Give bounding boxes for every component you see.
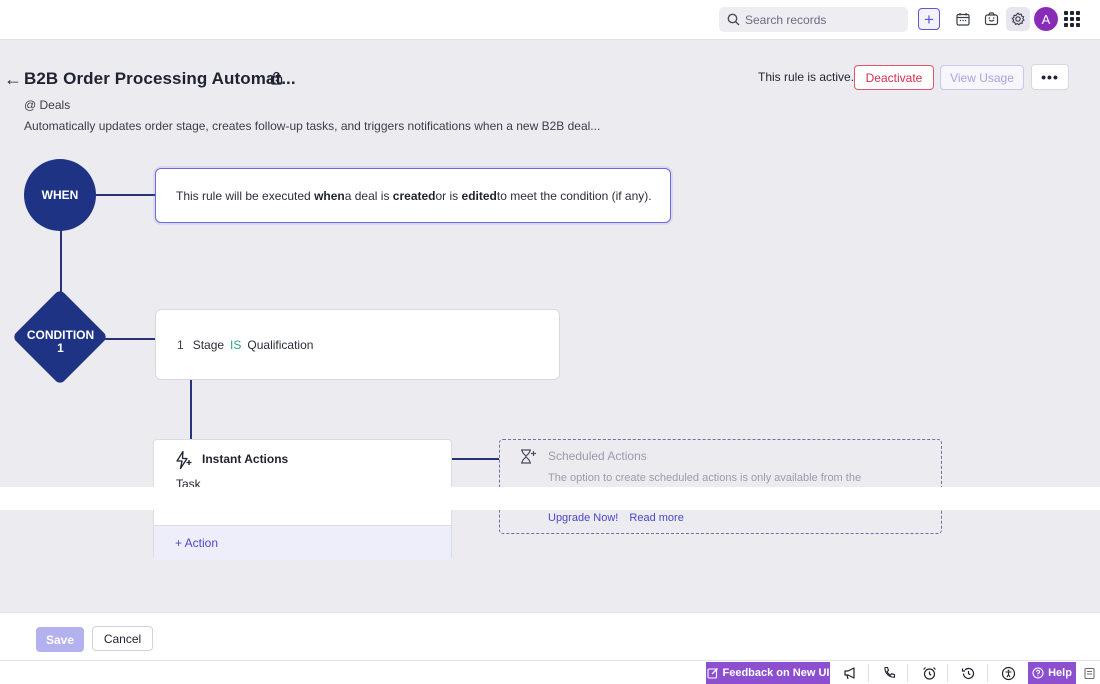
condition-value: Qualification: [247, 337, 314, 352]
scheduled-actions-title: Scheduled Actions: [548, 449, 647, 463]
help-button[interactable]: Help: [1028, 662, 1076, 684]
canvas-divider-band: [0, 487, 1100, 510]
search-input[interactable]: Search records: [719, 7, 908, 32]
divider: [907, 664, 908, 682]
feedback-button[interactable]: Feedback on New UI: [706, 662, 830, 684]
condition-box[interactable]: 1 Stage IS Qualification: [155, 309, 560, 380]
when-text-part: to meet the condition (if any).: [496, 188, 652, 203]
hourglass-icon: [519, 448, 537, 471]
condition-operator: IS: [230, 337, 242, 352]
phone-button[interactable]: [880, 664, 898, 682]
announcements-button[interactable]: [841, 664, 859, 682]
search-icon: [727, 13, 740, 26]
bot-button[interactable]: [980, 8, 1002, 30]
when-text-part: a deal is: [344, 188, 390, 203]
rule-status-text: This rule is active.: [758, 70, 855, 84]
page-title: B2B Order Processing Automat...: [24, 69, 296, 88]
cancel-button[interactable]: Cancel: [92, 626, 153, 651]
accessibility-button[interactable]: [999, 664, 1017, 682]
unlock-icon[interactable]: [270, 71, 283, 90]
help-label: Help: [1048, 667, 1072, 679]
view-usage-button[interactable]: View Usage: [940, 65, 1024, 90]
calendar-icon: [956, 13, 970, 26]
more-options-button[interactable]: •••: [1031, 64, 1069, 90]
plus-icon: +: [924, 9, 934, 29]
divider: [987, 664, 988, 682]
when-text-part: This rule will be executed: [176, 188, 311, 203]
phone-icon: [884, 666, 896, 678]
gear-icon: [1011, 12, 1025, 26]
status-bar: Feedback on New UI Help: [0, 660, 1100, 684]
recent-items-button[interactable]: [959, 664, 977, 682]
when-text-bold: created: [392, 188, 436, 203]
connector-line: [100, 338, 156, 340]
help-icon: [1032, 667, 1044, 679]
add-action-button[interactable]: + Action: [154, 525, 451, 560]
when-text-bold: edited: [461, 188, 497, 203]
connector-line: [190, 380, 192, 440]
instant-actions-title: Instant Actions: [202, 452, 289, 466]
rule-description: Automatically updates order stage, creat…: [24, 119, 601, 133]
scheduled-actions-text: The option to create scheduled actions i…: [548, 472, 862, 484]
top-bar: Search records + A: [0, 0, 1100, 40]
create-button[interactable]: +: [918, 8, 940, 30]
when-text-bold: when: [314, 188, 345, 203]
avatar-initial: A: [1041, 11, 1051, 27]
connector-line: [452, 458, 500, 460]
when-node: WHEN: [24, 159, 96, 231]
calendar-button[interactable]: [952, 8, 974, 30]
bot-icon: [984, 12, 998, 26]
condition-label: CONDITION 1: [13, 329, 108, 355]
when-text-part: or is: [435, 188, 459, 203]
notes-button[interactable]: [1080, 664, 1098, 682]
alarm-clock-icon: [922, 666, 936, 680]
condition-label-number: 1: [57, 341, 64, 355]
edit-icon: [706, 668, 718, 679]
lightning-icon: [174, 450, 194, 475]
notes-icon: [1083, 667, 1095, 679]
apps-grid-icon[interactable]: [1064, 11, 1080, 27]
settings-button[interactable]: [1006, 7, 1030, 31]
search-placeholder: Search records: [745, 12, 827, 27]
divider: [947, 664, 948, 682]
condition-field: Stage: [192, 337, 225, 352]
action-footer: Save Cancel: [0, 612, 1100, 660]
when-trigger-box[interactable]: This rule will be executed when a deal i…: [155, 168, 671, 223]
user-avatar[interactable]: A: [1034, 7, 1058, 31]
condition-index: 1: [177, 337, 184, 352]
accessibility-icon: [1001, 666, 1015, 680]
deactivate-button[interactable]: Deactivate: [854, 65, 934, 90]
megaphone-icon: [843, 667, 855, 680]
connector-line: [96, 194, 156, 196]
read-more-link[interactable]: Read more: [629, 512, 683, 524]
when-label: WHEN: [41, 188, 79, 202]
module-label: @ Deals: [24, 98, 71, 112]
reminders-button[interactable]: [920, 664, 938, 682]
upgrade-now-link[interactable]: Upgrade Now!: [548, 512, 618, 524]
scheduled-actions-links: Upgrade Now! Read more: [548, 512, 692, 524]
divider: [868, 664, 869, 682]
save-button[interactable]: Save: [36, 627, 84, 652]
history-icon: [961, 667, 974, 679]
back-arrow-icon[interactable]: ←: [4, 70, 22, 88]
feedback-label: Feedback on New UI: [722, 667, 830, 679]
